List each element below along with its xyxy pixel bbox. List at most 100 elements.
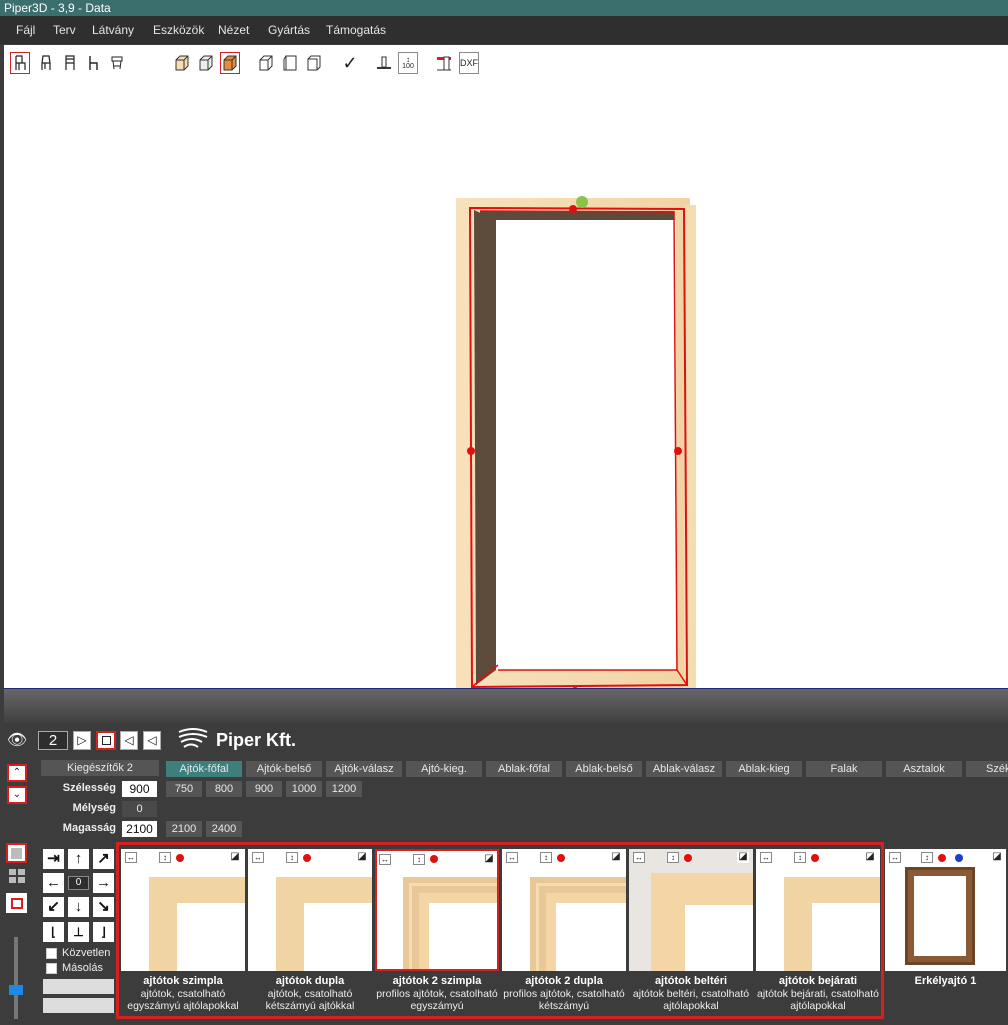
item-desc: ajtótok beltéri, csatolható ajtólapokkal (632, 988, 750, 1012)
tab-szek[interactable]: Szék (966, 761, 1008, 777)
chair-view-3-icon[interactable] (60, 52, 80, 74)
tab-asztalok[interactable]: Asztalok (886, 761, 962, 777)
grid-view-icon[interactable] (6, 866, 27, 886)
chair-view-2-icon[interactable] (36, 52, 56, 74)
zoom-slider-track[interactable] (14, 937, 18, 1019)
menu-plan[interactable]: Terv (53, 23, 76, 37)
height-preset-2400[interactable]: 2400 (206, 821, 242, 837)
expand-icon: ◪ (991, 851, 1003, 863)
item-desc: profilos ajtótok, csatolható egyszámyú (376, 988, 498, 1012)
direct-checkbox[interactable] (46, 948, 57, 959)
expand-icon: ◪ (356, 851, 368, 863)
door-left-icon[interactable]: ◁ (120, 731, 138, 750)
copy-checkbox[interactable] (46, 963, 57, 974)
width-preset-1000[interactable]: 1000 (286, 781, 322, 797)
catalog-item-belteri[interactable]: ↔ ↕ ◪ ajtótok beltéri ajtótok beltéri, c… (629, 849, 753, 1014)
play-icon[interactable]: ▷ (73, 731, 91, 750)
move-up-icon[interactable]: ↑ (68, 849, 89, 869)
collapse-down-icon[interactable]: ⌄ (7, 786, 27, 804)
action-button-2[interactable] (43, 998, 114, 1013)
catalog-item-2-szimpla[interactable]: ↔ ↕ ◪ ajtótok 2 szimpla profilos ajtótok… (375, 849, 499, 1014)
confirm-check-icon[interactable]: ✓ (340, 52, 360, 74)
3d-viewport[interactable]: ✓ ↕ 100 DXF (4, 45, 1008, 723)
align-center-icon[interactable]: ⊥ (68, 922, 89, 942)
width-arrows-icon: ↔ (633, 852, 645, 863)
wood-floor (4, 689, 1008, 723)
tab-ajto-kieg[interactable]: Ajtó-kieg. (406, 761, 482, 777)
menu-tools[interactable]: Eszközök (153, 23, 204, 37)
depth-input[interactable]: 0 (122, 801, 157, 817)
tab-falak[interactable]: Falak (806, 761, 882, 777)
thumb-image: ↔ ↕ ◪ (885, 849, 1006, 971)
align-left-icon[interactable]: ⌊ (43, 922, 64, 942)
eye-icon[interactable]: 👁 (6, 730, 28, 750)
height-arrows-icon: ↕ (286, 852, 298, 863)
align-right-icon[interactable]: ⌋ (93, 922, 114, 942)
door-frame-model[interactable] (454, 195, 704, 695)
group-selector[interactable]: Kiegészítők 2 (41, 760, 159, 776)
tab-ablak-fofal[interactable]: Ablak-főfal (486, 761, 562, 777)
box-textured-icon[interactable] (220, 52, 240, 74)
menu-view-render[interactable]: Látvány (92, 23, 134, 37)
depth-label: Mélység (72, 802, 116, 814)
height-100-icon[interactable]: ↕ 100 (398, 52, 418, 74)
catalog-item-bejarati[interactable]: ↔ ↕ ◪ ajtótok bejárati ajtótok bejárati,… (756, 849, 880, 1014)
blue-dot-icon (955, 854, 963, 862)
width-input[interactable]: 900 (122, 781, 157, 797)
height-arrows-icon: ↕ (794, 852, 806, 863)
tab-ajtok-valasz[interactable]: Ajtók-válasz (326, 761, 402, 777)
width-preset-1200[interactable]: 1200 (326, 781, 362, 797)
floor-level-icon[interactable] (374, 52, 394, 74)
move-down-right-icon[interactable]: ↘ (93, 897, 114, 917)
frame-view-icon[interactable] (6, 893, 27, 913)
move-right-icon[interactable]: → (93, 873, 114, 893)
move-up-right-icon[interactable]: ↗ (93, 849, 114, 869)
catalog-item-dupla[interactable]: ↔ ↕ ◪ ajtótok dupla ajtótok, csatolható … (248, 849, 372, 1014)
move-right-bar-icon[interactable]: ⇥ (43, 849, 64, 869)
tab-ablak-kieg[interactable]: Ablak-kieg (726, 761, 802, 777)
height-preset-2100[interactable]: 2100 (166, 821, 202, 837)
dxf-export-button[interactable]: DXF (459, 52, 479, 74)
item-desc: ajtótok bejárati, csatolható ajtólapokka… (757, 988, 879, 1012)
stool-icon[interactable] (107, 52, 127, 74)
width-arrows-icon: ↔ (252, 852, 264, 863)
width-preset-750[interactable]: 750 (166, 781, 202, 797)
height-input[interactable]: 2100 (122, 821, 157, 837)
action-button-1[interactable] (43, 979, 114, 994)
box-wire-icon[interactable] (172, 52, 192, 74)
width-preset-800[interactable]: 800 (206, 781, 242, 797)
menu-production[interactable]: Gyártás (268, 23, 310, 37)
view-top-icon[interactable] (304, 52, 324, 74)
menu-support[interactable]: Támogatás (326, 23, 386, 37)
zoom-slider-thumb[interactable] (9, 985, 23, 995)
catalog-item-erkelyajto[interactable]: ↔ ↕ ◪ Erkélyajtó 1 (885, 849, 1006, 1014)
view-side-icon[interactable] (280, 52, 300, 74)
box-solid-icon[interactable] (196, 52, 216, 74)
chair-view-1-icon[interactable] (10, 52, 30, 74)
chair-side-icon[interactable] (83, 52, 103, 74)
move-left-icon[interactable]: ← (43, 873, 64, 893)
item-desc: profilos ajtótok, csatolható kétszámyú (503, 988, 625, 1012)
red-dot-icon (684, 854, 692, 862)
move-down-icon[interactable]: ↓ (68, 897, 89, 917)
red-dot-icon (811, 854, 819, 862)
level-field[interactable]: 2 (38, 731, 68, 750)
view-front-icon[interactable] (256, 52, 276, 74)
tab-ablak-belso[interactable]: Ablak-belső (566, 761, 642, 777)
red-dot-icon (557, 854, 565, 862)
tab-ablak-valasz[interactable]: Ablak-válasz (646, 761, 722, 777)
move-down-left-icon[interactable]: ↙ (43, 897, 64, 917)
menu-view[interactable]: Nézet (218, 23, 249, 37)
wall-section-icon[interactable] (434, 52, 454, 74)
width-preset-900[interactable]: 900 (246, 781, 282, 797)
catalog-item-2-dupla[interactable]: ↔ ↕ ◪ ajtótok 2 dupla profilos ajtótok, … (502, 849, 626, 1014)
menu-file[interactable]: Fájl (16, 23, 35, 37)
single-view-icon[interactable] (6, 843, 27, 863)
tab-ajtok-fofal[interactable]: Ajtók-főfal (166, 761, 242, 777)
tab-ajtok-belso[interactable]: Ajtók-belső (246, 761, 322, 777)
square-view-icon[interactable] (96, 731, 116, 750)
door-right-icon[interactable]: ◁ (143, 731, 161, 750)
nudge-step-input[interactable]: 0 (68, 876, 89, 890)
collapse-up-icon[interactable]: ⌃ (7, 764, 27, 782)
catalog-item-szimpla[interactable]: ↔ ↕ ◪ ajtótok szimpla ajtótok, csatolhat… (121, 849, 245, 1014)
